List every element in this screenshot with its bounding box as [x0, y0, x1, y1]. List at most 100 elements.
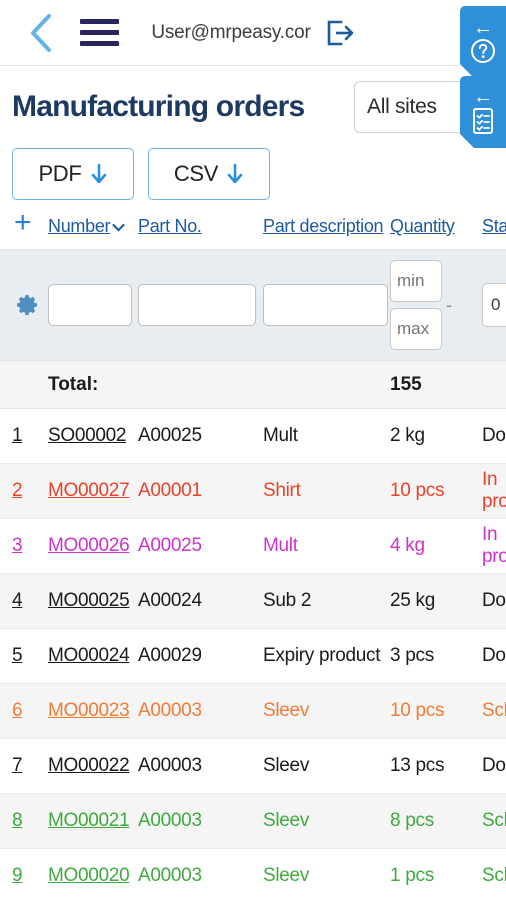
column-header-quantity[interactable]: Quantity [390, 200, 482, 250]
table-row[interactable]: 7 MO00022 A00003 Sleev 13 pcs Dor [0, 738, 506, 794]
row-index-cell[interactable]: 7 [0, 738, 48, 794]
table-row[interactable]: 1 SO00002 A00025 Mult 2 kg Dor [0, 408, 506, 464]
row-index-link[interactable]: 7 [12, 755, 23, 776]
row-number-link[interactable]: MO00021 [48, 810, 130, 831]
back-button[interactable] [18, 10, 64, 56]
table-row[interactable]: 6 MO00023 A00003 Sleev 10 pcs Sch [0, 683, 506, 739]
table-head: + Number Part No. Part description Quant… [0, 200, 506, 250]
row-number-cell[interactable]: MO00020 [48, 848, 138, 900]
filter-status-value: 0 It [491, 295, 506, 314]
row-part-no-cell: A00029 [138, 628, 263, 684]
column-header-part-no[interactable]: Part No. [138, 200, 263, 250]
page-header: Manufacturing orders All sites [0, 66, 506, 133]
row-part-no-cell: A00001 [138, 463, 263, 519]
row-number-cell[interactable]: MO00023 [48, 683, 138, 739]
hamburger-line [80, 19, 119, 24]
row-quantity-cell: 3 pcs [390, 628, 482, 684]
column-header-status-label[interactable]: Stat [482, 216, 506, 236]
row-number-cell[interactable]: MO00025 [48, 573, 138, 629]
row-description-value: Mult [263, 535, 298, 556]
row-status-cell: Dor [482, 573, 506, 629]
row-quantity-value: 2 kg [390, 425, 425, 446]
download-arrow-icon [227, 163, 243, 184]
row-index-link[interactable]: 8 [12, 810, 23, 831]
column-header-number[interactable]: Number [48, 200, 138, 250]
export-pdf-button[interactable]: PDF [12, 148, 134, 200]
quantity-range-filter: - [390, 260, 482, 350]
checklist-tab[interactable]: ← [460, 76, 506, 148]
row-number-link[interactable]: MO00022 [48, 755, 130, 776]
filter-description-input[interactable] [263, 284, 388, 326]
add-row-button[interactable]: + [0, 208, 32, 238]
filter-quantity-cell: - [390, 249, 482, 361]
row-index-cell[interactable]: 8 [0, 793, 48, 849]
column-header-quantity-label[interactable]: Quantity [390, 216, 455, 236]
row-index-link[interactable]: 5 [12, 645, 23, 666]
table-header-row: + Number Part No. Part description Quant… [0, 200, 506, 250]
column-header-part-description-label[interactable]: Part description [263, 216, 384, 236]
total-index-cell [0, 360, 48, 409]
row-number-link[interactable]: MO00020 [48, 865, 130, 886]
export-csv-label: CSV [173, 161, 219, 186]
column-header-number-link[interactable]: Number [48, 216, 126, 237]
table-row[interactable]: 8 MO00021 A00003 Sleev 8 pcs Sch [0, 793, 506, 849]
row-index-link[interactable]: 3 [12, 535, 23, 556]
table-row[interactable]: 3 MO00026 A00025 Mult 4 kg Inprog [0, 518, 506, 574]
row-status-cell: Sch [482, 683, 506, 739]
row-number-link[interactable]: SO00002 [48, 425, 126, 446]
column-header-status[interactable]: Stat [482, 200, 506, 250]
row-index-link[interactable]: 6 [12, 700, 23, 721]
row-index-cell[interactable]: 6 [0, 683, 48, 739]
column-header-part-no-label[interactable]: Part No. [138, 216, 202, 236]
column-header-part-description[interactable]: Part description [263, 200, 390, 250]
help-tab[interactable]: ← [460, 6, 506, 78]
row-index-cell[interactable]: 9 [0, 848, 48, 900]
filter-number-input[interactable] [48, 284, 132, 326]
status-badge: Inprog [482, 524, 506, 567]
row-index-link[interactable]: 4 [12, 590, 23, 611]
table-row[interactable]: 4 MO00025 A00024 Sub 2 25 kg Dor [0, 573, 506, 629]
row-description-cell: Sub 2 [263, 573, 390, 629]
table-row[interactable]: 2 MO00027 A00001 Shirt 10 pcs Inprog [0, 463, 506, 519]
row-number-cell[interactable]: SO00002 [48, 408, 138, 464]
filter-quantity-min-input[interactable] [390, 260, 442, 302]
table-settings-button[interactable] [0, 293, 48, 317]
row-number-link[interactable]: MO00024 [48, 645, 130, 666]
row-number-link[interactable]: MO00027 [48, 480, 130, 501]
row-number-cell[interactable]: MO00021 [48, 793, 138, 849]
table-row[interactable]: 9 MO00020 A00003 Sleev 1 pcs Sch [0, 848, 506, 900]
row-number-link[interactable]: MO00025 [48, 590, 130, 611]
row-number-cell[interactable]: MO00027 [48, 463, 138, 519]
row-number-cell[interactable]: MO00024 [48, 628, 138, 684]
menu-button[interactable] [80, 19, 120, 46]
row-part-no-cell: A00024 [138, 573, 263, 629]
row-number-link[interactable]: MO00026 [48, 535, 130, 556]
question-mark-icon [470, 38, 496, 64]
row-index-cell[interactable]: 1 [0, 408, 48, 464]
filter-status-select[interactable]: 0 It [482, 283, 506, 327]
row-number-link[interactable]: MO00023 [48, 700, 130, 721]
orders-table-container[interactable]: + Number Part No. Part description Quant… [0, 200, 506, 900]
filter-quantity-max-input[interactable] [390, 308, 442, 350]
row-quantity-cell: 25 kg [390, 573, 482, 629]
row-index-link[interactable]: 9 [12, 865, 23, 886]
export-csv-button[interactable]: CSV [148, 148, 270, 200]
row-part-no-value: A00003 [138, 810, 202, 831]
table-row[interactable]: 5 MO00024 A00029 Expiry product 3 pcs Dor [0, 628, 506, 684]
row-quantity-cell: 10 pcs [390, 683, 482, 739]
row-index-link[interactable]: 2 [12, 480, 23, 501]
row-index-cell[interactable]: 4 [0, 573, 48, 629]
row-part-no-value: A00029 [138, 645, 202, 666]
row-index-cell[interactable]: 2 [0, 463, 48, 519]
export-toolbar: PDF CSV [0, 132, 506, 200]
row-number-cell[interactable]: MO00026 [48, 518, 138, 574]
status-badge: Dor [482, 755, 506, 776]
row-number-cell[interactable]: MO00022 [48, 738, 138, 794]
row-index-cell[interactable]: 5 [0, 628, 48, 684]
row-status-cell: Dor [482, 628, 506, 684]
logout-button[interactable] [325, 18, 355, 48]
row-index-cell[interactable]: 3 [0, 518, 48, 574]
row-index-link[interactable]: 1 [12, 425, 23, 446]
status-badge: Inprog [482, 469, 506, 512]
filter-part-no-input[interactable] [138, 284, 256, 326]
